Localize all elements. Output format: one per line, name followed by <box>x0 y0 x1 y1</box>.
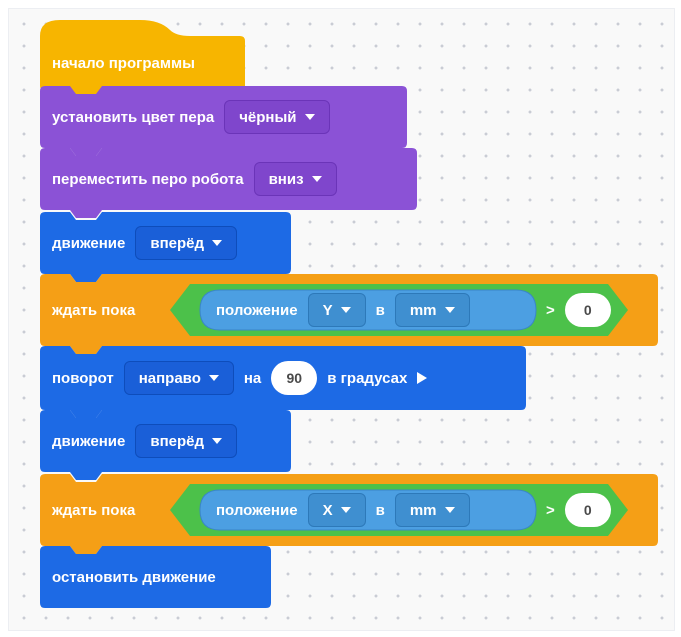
axis-dropdown[interactable]: Y <box>307 293 366 327</box>
turn-block[interactable]: поворот направо на 90 в градусах <box>40 346 526 418</box>
turn-direction-value: направо <box>138 369 201 387</box>
move-forward-block-2[interactable]: движение вперёд <box>40 410 291 480</box>
stop-label: остановить движение <box>52 568 216 586</box>
pen-color-dropdown[interactable]: чёрный <box>224 100 330 134</box>
wait-until-block-2[interactable]: ждать пока положение X в mm > 0 <box>40 474 658 554</box>
axis-dropdown[interactable]: X <box>307 493 366 527</box>
chevron-down-icon <box>311 176 322 182</box>
sensor-position-label: положение <box>216 301 298 319</box>
play-arrow-icon[interactable] <box>417 372 428 384</box>
move-direction-value: вперёд <box>150 234 205 252</box>
pen-position-dropdown[interactable]: вниз <box>253 162 337 196</box>
axis-value: X <box>322 501 333 519</box>
chevron-down-icon <box>340 507 351 513</box>
move-pen-label: переместить перо робота <box>52 170 244 188</box>
pen-color-value: чёрный <box>239 108 297 126</box>
move-direction-dropdown[interactable]: вперёд <box>135 424 238 458</box>
move-label: движение <box>52 432 126 450</box>
set-pen-color-block[interactable]: установить цвет пера чёрный <box>40 86 407 156</box>
turn-label: поворот <box>52 369 114 387</box>
unit-value: mm <box>409 501 437 519</box>
comparison-operator: > <box>546 501 555 519</box>
axis-value: Y <box>322 301 333 319</box>
unit-dropdown[interactable]: mm <box>394 293 470 327</box>
turn-unit-label: в градусах <box>327 369 408 387</box>
unit-prefix-label: в <box>375 301 385 319</box>
move-label: движение <box>52 234 126 252</box>
move-forward-block-1[interactable]: движение вперёд <box>40 212 291 282</box>
move-direction-value: вперёд <box>150 432 205 450</box>
wait-label: ждать пока <box>52 301 136 319</box>
pen-position-value: вниз <box>268 170 304 188</box>
chevron-down-icon <box>212 438 223 444</box>
start-block-label: начало программы <box>52 54 195 72</box>
stop-movement-block[interactable]: остановить движение <box>40 546 271 608</box>
comparison-value-input[interactable]: 0 <box>564 493 611 527</box>
turn-degrees-input[interactable]: 90 <box>271 361 318 395</box>
unit-value: mm <box>409 301 437 319</box>
chevron-down-icon <box>208 375 219 381</box>
wait-until-block-1[interactable]: ждать пока положение Y в mm > 0 <box>40 274 658 354</box>
turn-direction-dropdown[interactable]: направо <box>123 361 234 395</box>
chevron-down-icon <box>212 240 223 246</box>
chevron-down-icon <box>444 307 455 313</box>
comparison-operator: > <box>546 301 555 319</box>
chevron-down-icon <box>444 507 455 513</box>
move-direction-dropdown[interactable]: вперёд <box>135 226 238 260</box>
unit-prefix-label: в <box>375 501 385 519</box>
start-program-block[interactable]: начало программы <box>40 16 245 98</box>
unit-dropdown[interactable]: mm <box>394 493 470 527</box>
turn-on-label: на <box>243 369 262 387</box>
pen-color-label: установить цвет пера <box>52 108 215 126</box>
chevron-down-icon <box>304 114 315 120</box>
comparison-value-input[interactable]: 0 <box>564 293 611 327</box>
chevron-down-icon <box>340 307 351 313</box>
wait-label: ждать пока <box>52 501 136 519</box>
move-pen-block[interactable]: переместить перо робота вниз <box>40 148 417 218</box>
sensor-position-label: положение <box>216 501 298 519</box>
